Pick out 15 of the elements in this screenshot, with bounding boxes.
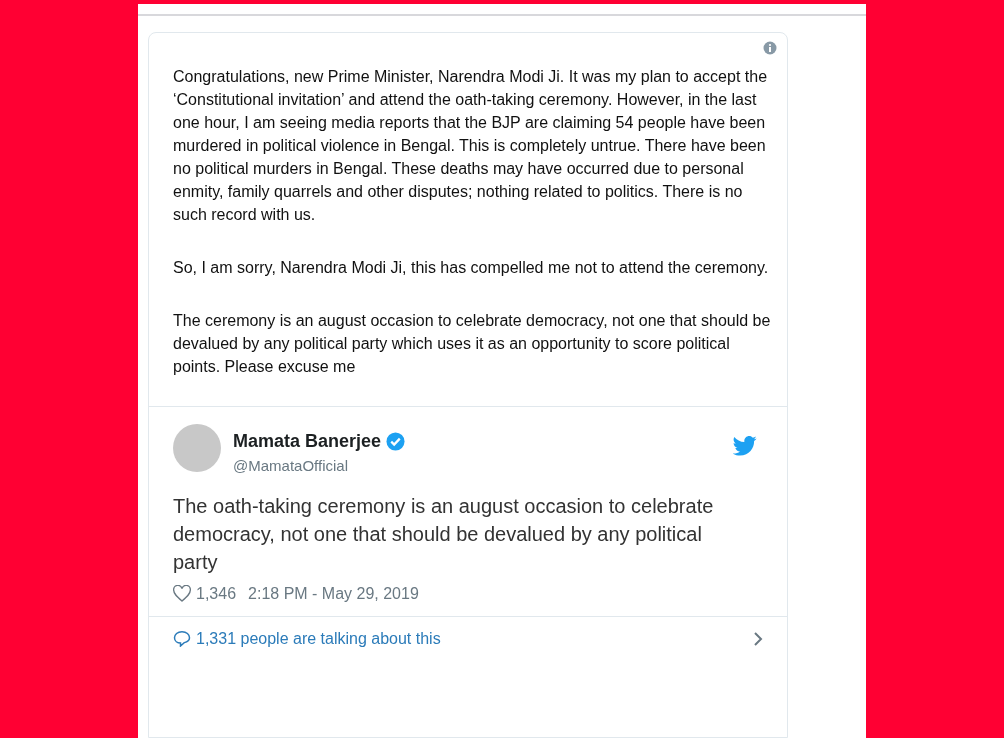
statement-paragraph: The ceremony is an august occasion to celebrate democracy, not one that should be devalued by any political party which uses it as an opportunity to score political points. Please excuse me: [173, 311, 772, 377]
author-name[interactable]: Mamata Banerjee: [233, 428, 382, 455]
chevron-right-icon[interactable]: [753, 630, 763, 647]
bird-logo-icon[interactable]: [733, 436, 757, 456]
info-icon[interactable]: [763, 41, 777, 55]
statement-paragraph: So, I am sorry, Narendra Modi Ji, this has compelled me not to attend the ceremony.: [173, 258, 770, 278]
statement-paragraph: Congratulations, new Prime Minister, Narendra Modi Ji. It was my plan to accept the ‘Constitutional invitation’ and attend the oath-taking ceremony. However, in the last one hour, I am seeing media reports that the BJP are claiming 54 people have been murdered in political violence in Bengal. This is completely untrue. There have been no political murders in Bengal. These deaths may have occurred due to personal enmity, family quarrels and other disputes; nothing related to politics. There is no such record with us.: [173, 67, 769, 225]
heart-icon[interactable]: [173, 585, 191, 602]
tweet-timestamp[interactable]: 2:18 PM - May 29, 2019: [248, 581, 419, 606]
tweet-text: The oath-taking ceremony is an august occasion to celebrate democracy, not one that should be devalued by any political party: [173, 493, 715, 575]
conversation-link[interactable]: 1,331 people are talking about this: [196, 626, 441, 651]
speech-bubble-icon: [173, 630, 191, 647]
avatar[interactable]: [173, 424, 221, 472]
author-handle[interactable]: @MamataOfficial: [233, 455, 721, 478]
like-count: 1,346: [196, 583, 237, 604]
